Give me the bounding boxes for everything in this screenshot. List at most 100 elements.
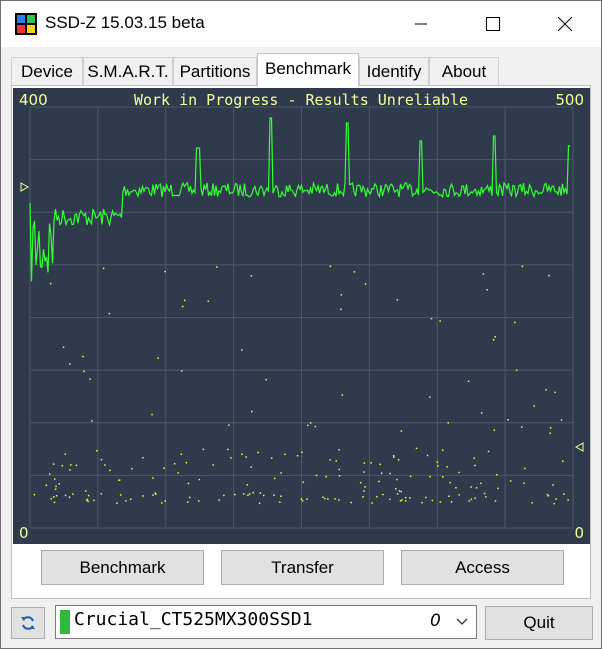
access-point <box>396 493 399 495</box>
access-point <box>154 492 156 494</box>
access-point <box>284 453 286 456</box>
drive-status-indicator <box>60 610 70 634</box>
access-point <box>125 500 127 502</box>
left-bottom-label: 0 <box>19 524 29 542</box>
access-point <box>363 490 365 492</box>
access-point <box>82 355 84 358</box>
access-point <box>315 474 318 477</box>
access-point <box>548 274 550 277</box>
access-point <box>152 477 154 479</box>
access-point <box>439 320 441 322</box>
access-point <box>49 473 51 475</box>
access-point <box>131 467 133 470</box>
access-point <box>514 321 516 324</box>
access-point <box>362 496 364 498</box>
access-button[interactable]: Access <box>401 550 564 585</box>
drive-index: 0 <box>430 611 441 631</box>
access-point <box>161 502 163 504</box>
access-point <box>480 482 482 485</box>
right-bottom-label: 0 <box>574 524 584 542</box>
access-point <box>187 482 190 485</box>
access-point <box>212 464 214 466</box>
access-point <box>483 492 486 495</box>
access-point <box>54 488 57 490</box>
maximize-button[interactable] <box>463 1 523 47</box>
access-point <box>280 495 282 497</box>
access-point <box>189 496 191 499</box>
access-point <box>198 500 200 502</box>
access-point <box>371 502 373 504</box>
close-button[interactable] <box>535 1 595 47</box>
access-point <box>450 501 453 503</box>
access-point <box>553 502 555 505</box>
access-point <box>468 500 470 502</box>
access-point <box>69 469 71 471</box>
access-point <box>409 475 412 478</box>
access-point <box>378 480 380 483</box>
access-point <box>446 466 448 468</box>
access-point <box>376 495 378 498</box>
access-point <box>177 472 179 474</box>
access-point <box>338 449 340 451</box>
access-point <box>198 478 201 481</box>
tab-smart[interactable]: S.M.A.R.T. <box>83 57 173 85</box>
access-point <box>75 464 78 467</box>
access-point <box>50 498 52 500</box>
access-point <box>359 481 362 484</box>
access-point <box>404 500 407 502</box>
access-point <box>475 487 478 489</box>
refresh-button[interactable] <box>11 607 45 639</box>
access-point <box>49 282 52 285</box>
access-point <box>340 294 343 296</box>
access-point <box>69 363 71 365</box>
tab-partitions[interactable]: Partitions <box>173 57 257 85</box>
access-point <box>439 501 442 503</box>
access-point <box>104 464 106 466</box>
access-point <box>334 498 336 500</box>
access-point <box>109 469 111 472</box>
transfer-button[interactable]: Transfer <box>221 550 384 585</box>
access-point <box>458 471 460 474</box>
access-point <box>338 499 340 501</box>
access-point <box>531 502 533 504</box>
access-point <box>560 419 563 421</box>
access-point <box>243 493 245 495</box>
access-point <box>389 498 391 501</box>
tab-device[interactable]: Device <box>11 57 83 85</box>
access-point <box>85 490 87 492</box>
tab-benchmark[interactable]: Benchmark <box>257 53 359 86</box>
access-point <box>485 496 487 498</box>
access-point <box>396 478 398 481</box>
access-point <box>218 499 220 501</box>
access-point <box>426 454 429 457</box>
minimize-button[interactable] <box>391 1 451 47</box>
access-point <box>507 419 509 421</box>
access-point <box>363 471 365 473</box>
access-point <box>549 427 552 429</box>
tab-identify[interactable]: Identify <box>359 57 429 85</box>
access-point <box>187 501 189 503</box>
access-point <box>437 465 439 467</box>
access-point <box>496 474 498 476</box>
tab-about[interactable]: About <box>429 57 499 85</box>
access-point <box>230 457 232 459</box>
app-icon <box>15 13 37 35</box>
access-point <box>441 449 444 451</box>
drive-selector[interactable]: Crucial_CT525MX300SSD1 0 <box>55 605 477 639</box>
maximize-icon <box>486 17 500 31</box>
access-point <box>58 483 60 485</box>
access-point <box>301 500 304 502</box>
access-point <box>280 472 282 474</box>
access-point <box>325 476 327 478</box>
access-point <box>93 499 95 502</box>
access-point <box>62 346 65 348</box>
access-point <box>163 467 165 469</box>
access-point <box>180 453 182 455</box>
quit-button[interactable]: Quit <box>485 606 593 640</box>
access-point <box>364 486 366 488</box>
access-point <box>273 494 275 496</box>
access-point <box>487 450 490 453</box>
benchmark-button[interactable]: Benchmark <box>41 550 204 585</box>
chart-status-text: Work in Progress - Results Unreliable <box>134 91 468 109</box>
access-point <box>296 455 299 457</box>
